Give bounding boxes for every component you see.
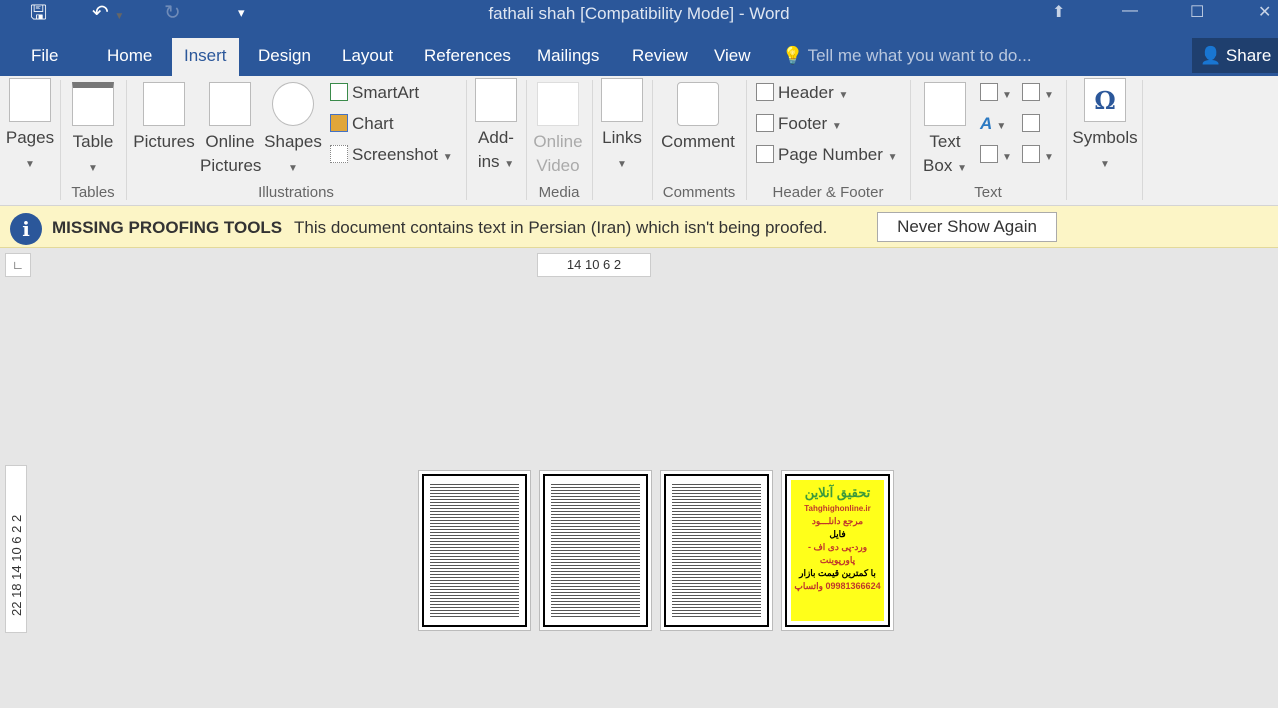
ribbon-display-icon[interactable]: ⬆ <box>1052 2 1065 22</box>
add-ins-icon <box>475 78 517 122</box>
drop-cap-button[interactable]: ▼ <box>980 143 1012 170</box>
shapes-button[interactable]: Shapes ▼ <box>262 82 324 181</box>
drop-cap-icon <box>980 145 998 163</box>
screenshot-icon <box>330 145 348 163</box>
table-button[interactable]: Table ▼ <box>66 82 120 181</box>
group-illustrations: Illustrations <box>258 184 334 201</box>
pages-icon <box>9 78 51 122</box>
page-number-icon <box>756 145 774 163</box>
tab-mailings[interactable]: Mailings <box>525 38 611 76</box>
shapes-icon <box>272 82 314 126</box>
tell-me-search[interactable]: 💡 Tell me what you want to do... <box>782 38 1032 74</box>
advertisement-image: تحقیق آنلاین Tahghighonline.ir مرجع دانل… <box>791 480 884 621</box>
vertical-ruler[interactable]: 22 18 14 10 6 2 2 <box>5 465 27 633</box>
footer-icon <box>756 114 774 132</box>
online-pictures-button[interactable]: Online Pictures <box>200 82 261 178</box>
message-bar: i MISSING PROOFING TOOLS This document c… <box>0 206 1278 248</box>
links-icon <box>601 78 643 122</box>
header-icon <box>756 83 774 101</box>
pages-button[interactable]: Pages ▼ <box>4 78 56 177</box>
pictures-icon <box>143 82 185 126</box>
chart-button[interactable]: Chart <box>330 112 394 136</box>
page-thumbnail-1[interactable] <box>418 470 531 631</box>
group-header-footer: Header & Footer <box>772 184 884 201</box>
omega-icon: Ω <box>1084 78 1126 122</box>
date-time-icon <box>1022 114 1040 132</box>
wordart-button[interactable]: A ▼ <box>980 112 1006 139</box>
online-pictures-icon <box>209 82 251 126</box>
wordart-icon: A <box>980 114 992 133</box>
header-button[interactable]: Header ▼ <box>756 81 848 108</box>
footer-button[interactable]: Footer ▼ <box>756 112 842 139</box>
message-text: This document contains text in Persian (… <box>294 218 828 237</box>
table-icon <box>72 82 114 126</box>
minimize-icon[interactable]: — <box>1122 2 1138 20</box>
lightbulb-icon: 💡 <box>782 46 804 65</box>
tab-design[interactable]: Design <box>246 38 323 76</box>
chart-icon <box>330 114 348 132</box>
online-video-button[interactable]: Online Video <box>530 82 586 178</box>
object-button[interactable]: ▼ <box>1022 143 1054 170</box>
tab-review[interactable]: Review <box>620 38 700 76</box>
person-add-icon: 👤 <box>1200 46 1222 65</box>
info-icon: i <box>10 213 42 245</box>
share-button[interactable]: 👤 Share <box>1192 38 1278 73</box>
tab-view[interactable]: View <box>702 38 763 76</box>
symbols-button[interactable]: Ω Symbols ▼ <box>1070 78 1140 177</box>
page-number-button[interactable]: Page Number ▼ <box>756 143 898 170</box>
tab-home[interactable]: Home <box>95 38 164 76</box>
signature-line-button[interactable]: ▼ <box>1022 81 1054 108</box>
maximize-icon[interactable]: ☐ <box>1190 2 1204 22</box>
signature-line-icon <box>1022 83 1040 101</box>
tab-selector[interactable]: ∟ <box>5 253 31 277</box>
date-time-button[interactable] <box>1022 112 1044 136</box>
page-thumbnail-4[interactable]: تحقیق آنلاین Tahghighonline.ir مرجع دانل… <box>781 470 894 631</box>
add-ins-button[interactable]: Add-ins ▼ <box>472 78 520 177</box>
never-show-again-button[interactable]: Never Show Again <box>877 212 1057 242</box>
group-comments: Comments <box>662 184 736 201</box>
page-thumbnail-2[interactable] <box>539 470 652 631</box>
tab-layout[interactable]: Layout <box>330 38 405 76</box>
text-box-icon <box>924 82 966 126</box>
links-button[interactable]: Links ▼ <box>598 78 646 177</box>
close-icon[interactable]: ✕ <box>1258 2 1271 22</box>
pictures-button[interactable]: Pictures <box>132 82 196 154</box>
tab-references[interactable]: References <box>412 38 523 76</box>
ribbon: Pages ▼ Table ▼ Tables Pictures Online Pict… <box>0 76 1278 206</box>
smartart-icon <box>330 83 348 101</box>
page-thumbnail-3[interactable] <box>660 470 773 631</box>
quick-parts-button[interactable]: ▼ <box>980 81 1012 108</box>
group-media: Media <box>538 184 580 201</box>
message-title: MISSING PROOFING TOOLS <box>52 218 283 237</box>
tab-insert[interactable]: Insert <box>172 38 239 76</box>
object-icon <box>1022 145 1040 163</box>
tab-file[interactable]: File <box>19 38 70 76</box>
text-box-button[interactable]: Text Box ▼ <box>918 82 972 181</box>
title-bar: 🖫 ↶ ▼ ↻ ▾ fathali shah [Compatibility Mo… <box>0 0 1278 76</box>
group-text: Text <box>974 184 1002 201</box>
comment-icon <box>677 82 719 126</box>
horizontal-ruler[interactable]: 14 10 6 2 <box>537 253 651 277</box>
smartart-button[interactable]: SmartArt <box>330 81 419 105</box>
screenshot-button[interactable]: Screenshot ▼ <box>330 143 453 170</box>
window-title: fathali shah [Compatibility Mode] - Word <box>488 4 790 23</box>
online-video-icon <box>537 82 579 126</box>
quick-parts-icon <box>980 83 998 101</box>
group-tables: Tables <box>71 184 115 201</box>
comment-button[interactable]: Comment <box>656 82 740 154</box>
